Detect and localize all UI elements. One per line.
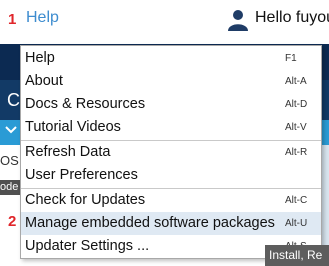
menu-item-shortcut: F1: [285, 53, 297, 64]
step-marker-1: 1: [8, 11, 17, 28]
nav-letter: C: [7, 90, 20, 110]
menu-item-shortcut: Alt-R: [285, 147, 308, 158]
os-label: OS: [0, 153, 19, 168]
menu-item-about[interactable]: About Alt-A: [21, 70, 321, 93]
menu-item-label: Manage embedded software packages: [25, 215, 275, 231]
code-tab[interactable]: ode: [0, 180, 22, 195]
menu-item-label: Docs & Resources: [25, 96, 146, 112]
menu-item-check-for-updates[interactable]: Check for Updates Alt-C: [21, 189, 321, 212]
chevron-down-icon[interactable]: [4, 122, 18, 136]
menu-item-shortcut: Alt-U: [285, 218, 308, 229]
menu-item-label: Refresh Data: [25, 144, 111, 160]
menu-item-help[interactable]: Help F1: [21, 47, 321, 70]
menu-item-shortcut: Alt-C: [285, 195, 308, 206]
top-bar: 1 Help Hello fuyou: [0, 0, 329, 44]
menu-item-tutorial-videos[interactable]: Tutorial Videos Alt-V: [21, 116, 321, 139]
menu-item-user-preferences[interactable]: User Preferences: [21, 164, 321, 187]
menu-item-manage-embedded-software-packages[interactable]: Manage embedded software packages Alt-U: [21, 212, 321, 235]
menu-item-refresh-data[interactable]: Refresh Data Alt-R: [21, 141, 321, 164]
help-menu-link[interactable]: Help: [26, 9, 59, 27]
menu-item-label: Help: [25, 50, 55, 66]
user-icon[interactable]: [228, 9, 248, 31]
menu-item-label: Tutorial Videos: [25, 119, 121, 135]
menu-item-label: Updater Settings ...: [25, 238, 150, 254]
step-marker-2: 2: [8, 213, 17, 230]
menu-item-shortcut: Alt-D: [285, 99, 308, 110]
menu-item-label: User Preferences: [25, 167, 138, 183]
menu-item-shortcut: Alt-A: [285, 76, 307, 87]
menu-item-shortcut: Alt-V: [285, 122, 307, 133]
tooltip: Install, Re: [265, 245, 329, 266]
help-dropdown-menu: Help F1 About Alt-A Docs & Resources Alt…: [20, 45, 322, 259]
menu-item-label: About: [25, 73, 63, 89]
menu-item-docs-resources[interactable]: Docs & Resources Alt-D: [21, 93, 321, 116]
menu-item-label: Check for Updates: [25, 192, 146, 208]
side-panel-edge: [322, 145, 329, 245]
user-greeting[interactable]: Hello fuyou: [255, 9, 329, 27]
